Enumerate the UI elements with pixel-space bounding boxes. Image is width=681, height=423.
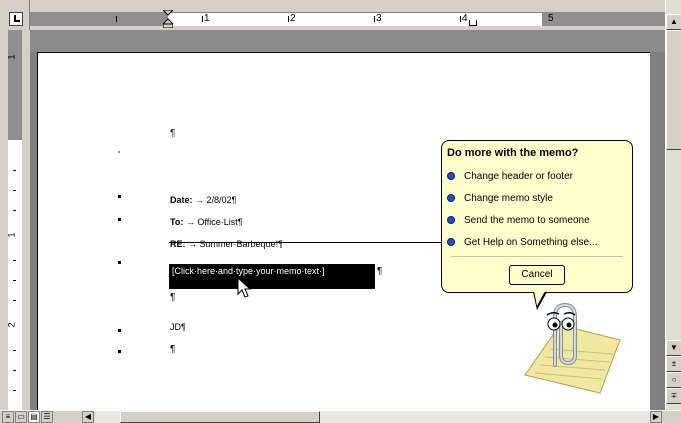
date-line[interactable]: Date: → 2/8/02¶ [170,195,236,205]
balloon-title: Do more with the memo? [447,147,579,159]
vruler-number: 2 [6,322,17,328]
balloon-divider [451,256,623,257]
vruler-tick [13,210,16,211]
tab-arrow: → [195,195,205,205]
cancel-button[interactable]: Cancel [509,265,565,285]
memo-text-field[interactable]: [Click·here·and·type·your·memo·text·] [169,264,375,278]
option-bullet-icon [447,172,455,180]
vertical-scroll-thumb[interactable] [666,30,681,150]
option-label: Change header or footer [464,170,573,182]
ruler-tick [374,16,375,22]
assistant-balloon: Do more with the memo? Change header or … [441,140,633,293]
indent-marker[interactable] [163,10,173,28]
vruler-top-margin [8,30,22,140]
ruler-right-margin [542,12,665,26]
web-layout-view-button[interactable]: ▭ [15,411,27,423]
tab-selector-button[interactable] [9,12,23,26]
vruler-tick [13,190,16,191]
option-bullet-icon [447,216,455,224]
paperclip-assistant-icon[interactable] [505,295,625,395]
option-bullet-icon [447,238,455,246]
ruler-number: 4 [462,13,468,24]
re-line[interactable]: RE: → Summer·Barbeque!¶ [170,239,283,249]
option-change-header-footer[interactable]: Change header or footer [447,165,627,187]
option-bullet-icon [447,194,455,202]
ruler-left-margin [30,12,168,26]
horizontal-scroll-thumb[interactable] [120,411,320,423]
vertical-scrollbar[interactable]: ▲ ▼ ± ○ ∓ [665,0,681,410]
vruler-tick [13,280,16,281]
to-label: To: [170,217,184,227]
to-value: Office·List¶ [197,217,243,227]
vruler-tick [13,350,16,351]
print-layout-view-button[interactable]: ▤ [28,411,40,423]
memo-text-field-highlight[interactable] [169,278,375,289]
ruler-tick [116,16,117,22]
ruler-tick [202,16,203,22]
vertical-ruler[interactable]: 1 1 2 [0,30,30,410]
bullet-dot [118,261,121,264]
bottom-bar: ≡ ▭ ▤ ☰ ◀ ▶ [0,410,681,423]
bullet-dot [118,329,121,332]
option-get-help[interactable]: Get Help on Something else... [447,231,627,253]
ruler-number: 5 [548,13,554,24]
option-send-memo[interactable]: Send the memo to someone [447,209,627,231]
scroll-left-button[interactable]: ◀ [82,411,94,423]
scroll-up-button[interactable]: ▲ [666,14,681,30]
paragraph-mark: ¶ [170,344,176,355]
vruler-tick [13,300,16,301]
to-line[interactable]: To: → Office·List¶ [170,217,243,227]
date-value: 2/8/02¶ [206,195,237,205]
vruler-tick [13,370,16,371]
re-value: Summer·Barbeque!¶ [199,239,283,249]
mouse-pointer-icon [237,277,252,298]
option-label: Change memo style [464,192,553,204]
ruler-number: 2 [290,13,296,24]
ruler-tick [460,16,461,22]
option-label: Get Help on Something else... [464,236,598,248]
paragraph-mark: ¶ [170,292,176,303]
scroll-down-button[interactable]: ▼ [666,340,681,356]
option-label: Send the memo to someone [464,214,590,226]
paragraph-mark: ¶ [170,128,176,139]
next-page-button[interactable]: ∓ [666,388,681,404]
outline-view-button[interactable]: ☰ [41,411,53,423]
ruler-tick [288,16,289,22]
initials-line[interactable]: JD¶ [170,322,186,332]
select-browse-object-button[interactable]: ○ [666,372,681,388]
scroll-right-button[interactable]: ▶ [650,411,662,423]
re-label: RE: [170,239,186,249]
ruler-number: 1 [204,13,210,24]
horizontal-ruler[interactable]: 1 2 3 4 5 [30,0,665,30]
normal-view-button[interactable]: ≡ [2,411,14,423]
vruler-number: 1 [6,54,17,60]
ruler-corner [0,0,30,30]
bullet-dot [118,350,121,353]
previous-page-button[interactable]: ± [666,356,681,372]
bullet-dot [118,195,121,198]
bullet-dot [118,151,120,153]
tab-arrow: → [188,239,198,249]
vruler-tick [13,260,16,261]
tab-arrow: → [185,217,195,227]
paragraph-mark: ¶ [377,266,383,277]
vruler-number: 1 [6,232,17,238]
bullet-dot [118,218,121,221]
ruler-number: 3 [376,13,382,24]
option-change-memo-style[interactable]: Change memo style [447,187,627,209]
date-label: Date: [170,195,193,205]
vruler-tick [13,170,16,171]
tab-stop-marker[interactable] [469,20,477,26]
page-gap [30,30,665,52]
vruler-tick [13,390,16,391]
